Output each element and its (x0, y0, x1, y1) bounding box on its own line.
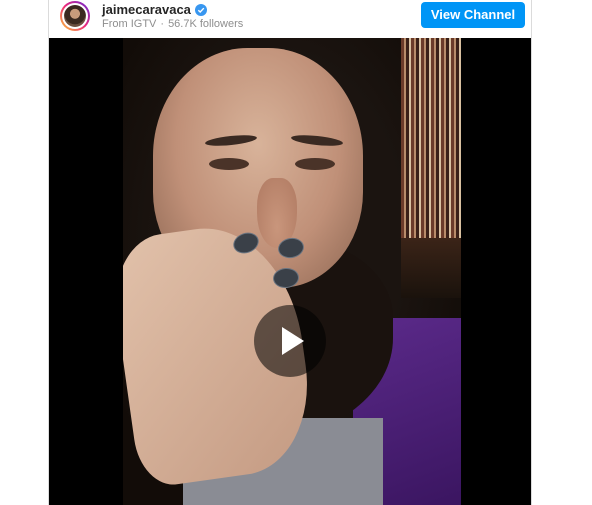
username-row: jaimecaravaca (102, 3, 207, 17)
video-frame (123, 38, 461, 505)
verified-badge-icon (194, 4, 207, 16)
bookshelf-lower (401, 238, 461, 298)
channel-meta: From IGTV · 56.7K followers (102, 18, 243, 30)
video-player[interactable] (49, 38, 531, 505)
left-eyebrow (204, 133, 258, 148)
avatar-ring (62, 3, 88, 29)
view-channel-button[interactable]: View Channel (421, 2, 525, 28)
username-link[interactable]: jaimecaravaca (102, 3, 191, 17)
right-eyebrow (290, 133, 344, 148)
avatar-image (64, 5, 86, 27)
play-button[interactable] (254, 305, 326, 377)
play-icon (282, 327, 304, 355)
followers-count: 56.7K followers (168, 18, 244, 30)
bookshelf (401, 38, 461, 238)
right-eye (295, 158, 335, 170)
embed-header: jaimecaravaca From IGTV · 56.7K followers … (49, 0, 531, 38)
avatar[interactable] (60, 1, 90, 31)
igtv-embed: jaimecaravaca From IGTV · 56.7K followers … (48, 0, 532, 505)
left-eye (209, 158, 249, 170)
separator: · (160, 18, 165, 30)
source-label: From IGTV (102, 18, 157, 30)
